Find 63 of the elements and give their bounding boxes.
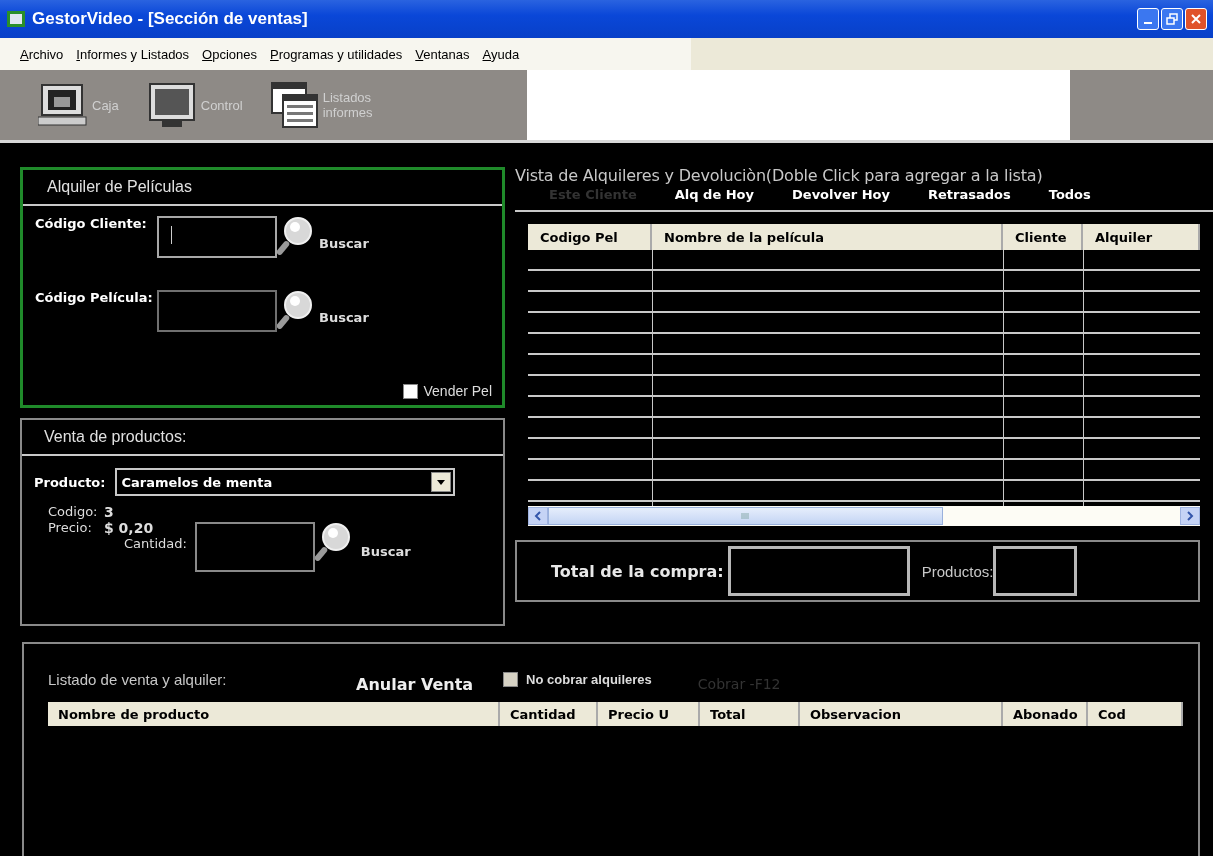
cancel-sale-button[interactable]: Anular Venta [356, 674, 474, 694]
quantity-field[interactable] [194, 522, 315, 572]
column-header[interactable]: Cod [1088, 702, 1183, 726]
scroll-right-icon[interactable] [1180, 507, 1200, 525]
product-price: $ 0,20 [104, 520, 155, 536]
filter-button[interactable]: Retrasados [928, 187, 1011, 202]
scroll-left-icon[interactable] [528, 507, 548, 525]
total-label: Total de la compra: [551, 561, 724, 581]
checkbox-label: No cobrar alquileres [526, 671, 652, 687]
search-button[interactable]: Buscar [319, 236, 369, 251]
window-title: GestorVideo - [Sección de ventas] [32, 9, 309, 29]
restore-icon [1166, 13, 1178, 25]
section-title: Listado de venta y alquiler: [48, 670, 228, 688]
column-header[interactable]: Abonado [1003, 702, 1088, 726]
minimize-button[interactable] [1137, 8, 1159, 30]
checkbox[interactable] [402, 383, 418, 399]
search-button[interactable]: Buscar [360, 544, 411, 559]
column-header[interactable]: Total [700, 702, 800, 726]
scroll-thumb[interactable] [548, 507, 943, 525]
magnifier-icon [314, 522, 351, 562]
column-header[interactable]: Observacion [800, 702, 1003, 726]
magnifier-icon [277, 290, 313, 330]
menu-item[interactable]: Ventanas [415, 46, 470, 62]
filter-button[interactable]: Devolver Hoy [792, 187, 890, 202]
search-button[interactable]: Buscar [319, 310, 369, 325]
input-field[interactable] [157, 290, 277, 332]
field-label: Producto: [34, 474, 106, 490]
column-header[interactable]: Nombre de producto [48, 702, 500, 726]
checkbox[interactable] [503, 671, 519, 687]
products-field[interactable] [993, 546, 1078, 596]
field-label: Código Película: [35, 290, 154, 305]
menu-item[interactable]: Programas y utilidades [270, 46, 403, 62]
field-label: Código Cliente: [35, 216, 148, 231]
computer-icon [38, 83, 88, 127]
restore-button[interactable] [1161, 8, 1183, 30]
filter-button[interactable]: Todos [1048, 187, 1091, 202]
menu-item[interactable]: Opciones [202, 46, 258, 62]
field-label: Cantidad: [124, 536, 187, 551]
field-label: Precio: [48, 520, 93, 536]
windows-icon [270, 82, 319, 128]
checkbox-label: Vender Pel [423, 383, 492, 399]
menu-item[interactable]: Ayuda [482, 46, 520, 62]
input-field[interactable] [157, 216, 277, 258]
product-code: 3 [104, 504, 115, 520]
total-field[interactable] [727, 546, 910, 596]
app-icon [6, 10, 26, 28]
magnifier-icon [277, 216, 313, 256]
product-dropdown[interactable]: Caramelos de menta [115, 468, 456, 496]
menu-item[interactable]: Informes y Listados [76, 46, 190, 62]
horizontal-scrollbar[interactable] [528, 506, 1200, 526]
filter-button[interactable]: Alq de Hoy [674, 187, 755, 202]
minimize-icon [1144, 22, 1152, 24]
close-button[interactable] [1185, 8, 1207, 30]
panel-title: Venta de productos: [22, 420, 503, 456]
monitor-icon [146, 82, 197, 128]
column-header[interactable]: Precio U [598, 702, 700, 726]
products-label: Productos: [921, 562, 994, 580]
close-icon [1190, 13, 1202, 25]
menu-item[interactable]: Archivo [20, 46, 64, 62]
column-header[interactable]: Cantidad [500, 702, 598, 726]
panel-title: Alquiler de Películas [23, 170, 502, 206]
field-label: Codigo: [48, 504, 99, 520]
section-title: Vista de Alquileres y Devoluciòn(Doble Click para agregar a la lista) [515, 166, 1044, 185]
